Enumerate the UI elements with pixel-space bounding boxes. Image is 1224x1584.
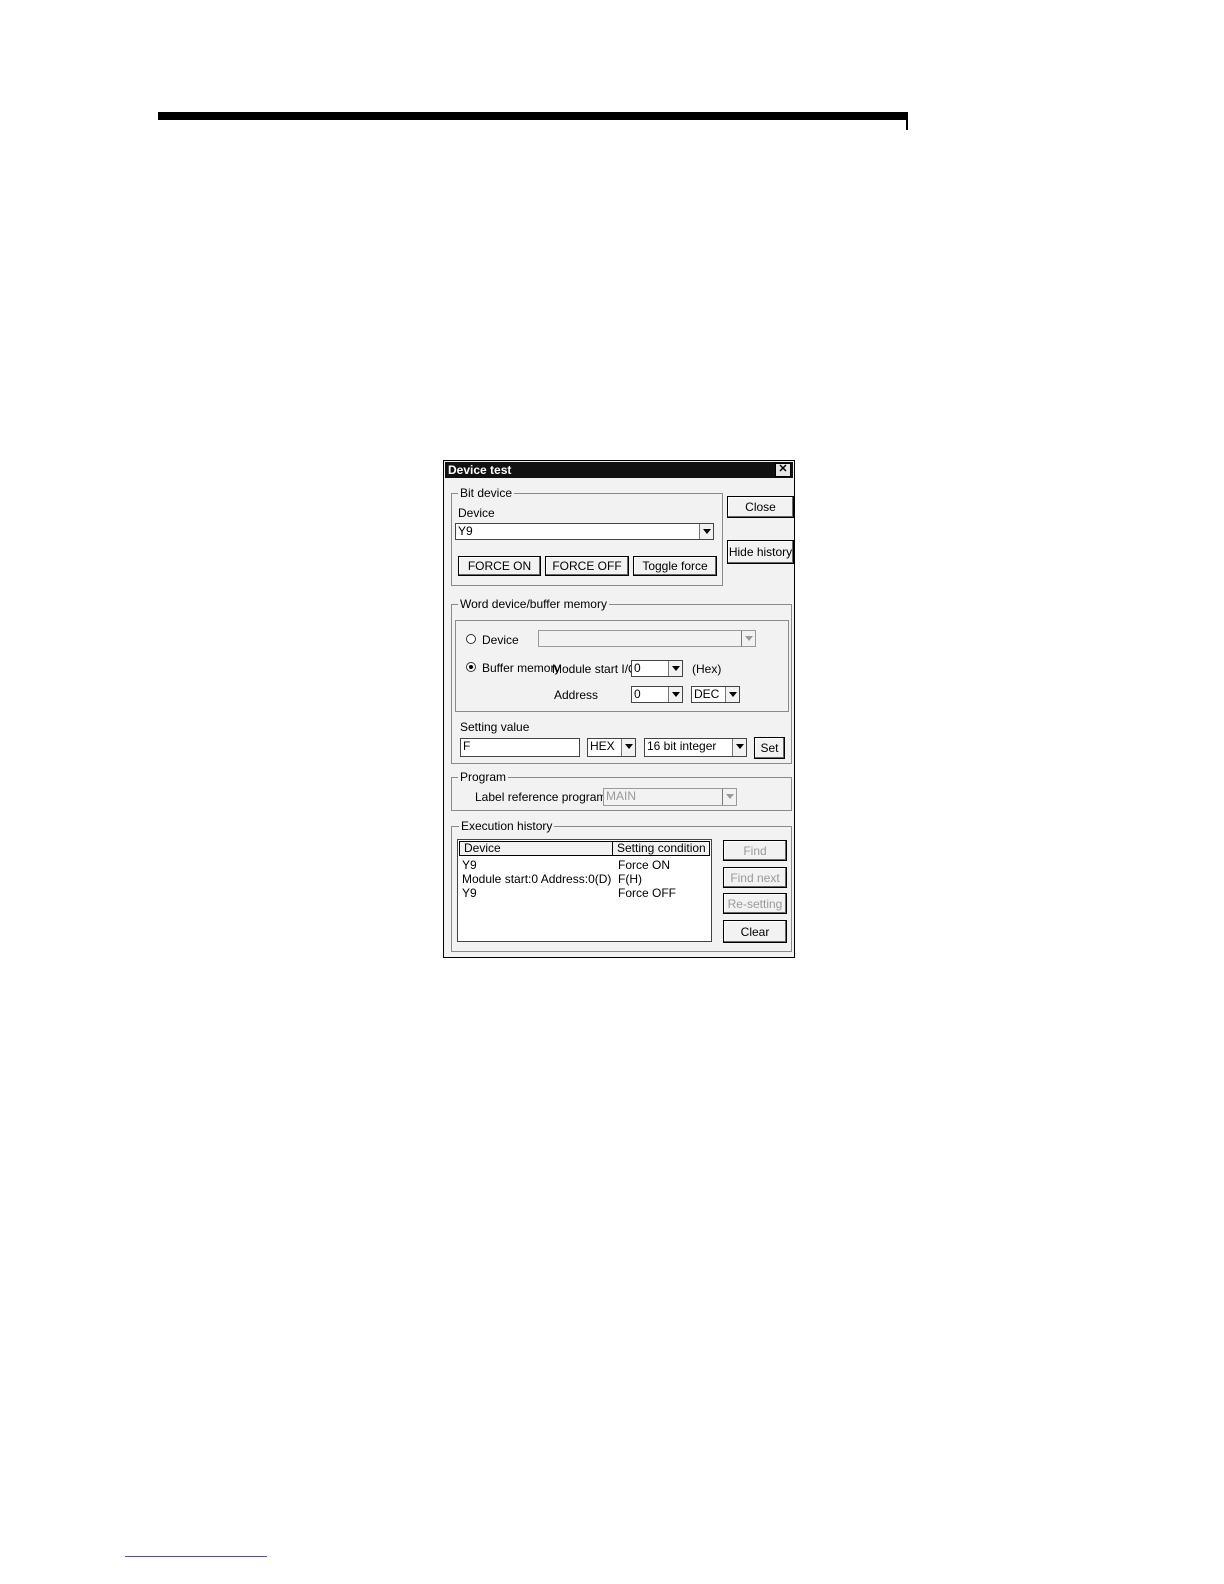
force-on-button[interactable]: FORCE ON [458,556,541,576]
device-radio-label: Device [482,633,519,647]
history-list[interactable]: Device Setting condition Y9 Force ON Mod… [457,839,712,942]
value-format-value: HEX [590,739,615,753]
program-group-title: Program [458,770,509,784]
word-device-combo[interactable] [538,630,756,647]
value-type-combo[interactable]: 16 bit integer [644,738,747,757]
module-start-combo[interactable]: 0 [631,660,683,677]
chevron-down-icon[interactable] [732,739,746,756]
chevron-down-icon[interactable] [722,789,736,805]
history-row-2-device[interactable]: Module start:0 Address:0(D) [462,872,611,886]
chevron-down-icon[interactable] [699,524,713,539]
find-button[interactable]: Find [723,840,787,861]
value-format-combo[interactable]: HEX [587,738,636,757]
chevron-down-icon[interactable] [725,687,739,702]
history-row-3-device[interactable]: Y9 [462,886,477,900]
address-format-combo[interactable]: DEC [691,686,740,703]
word-device-group-title: Word device/buffer memory [458,597,609,611]
bit-device-value: Y9 [458,524,473,538]
title-bar: Device test ✕ [445,462,793,478]
chevron-down-icon[interactable] [668,687,682,702]
word-device-inner-box: Device Buffer memory Module start I/O 0 … [455,620,789,712]
module-start-value: 0 [634,661,641,675]
execution-history-group-title: Execution history [459,819,555,833]
force-off-button[interactable]: FORCE OFF [545,556,629,576]
resetting-button[interactable]: Re-setting [723,893,787,914]
bit-device-group: Bit device Device Y9 FORCE ON FORCE OFF … [451,486,723,586]
history-row-1-device[interactable]: Y9 [462,858,477,872]
address-label: Address [554,688,599,702]
column-header-setting-condition[interactable]: Setting condition [612,841,710,856]
history-row-2-condition[interactable]: F(H) [618,872,642,886]
hex-label: (Hex) [692,662,722,676]
label-reference-value: MAIN [606,789,636,803]
setting-value-label: Setting value [460,720,530,734]
dialog-title: Device test [448,463,512,477]
top-rule [158,112,908,120]
buffer-memory-label: Buffer memory [482,661,561,675]
bit-device-label: Device [458,506,495,520]
toggle-force-button[interactable]: Toggle force [633,556,717,576]
address-value: 0 [634,687,641,701]
chevron-down-icon[interactable] [668,661,682,676]
chevron-down-icon[interactable] [621,739,635,756]
device-radio[interactable] [466,634,476,644]
close-icon[interactable]: ✕ [775,463,791,477]
setting-value-input[interactable]: F [460,738,580,757]
history-row-1-condition[interactable]: Force ON [618,858,670,872]
buffer-memory-radio[interactable] [466,662,476,672]
chevron-down-icon[interactable] [741,631,755,646]
module-start-label: Module start I/O [552,662,638,676]
clear-button[interactable]: Clear [723,920,787,943]
value-type-value: 16 bit integer [647,739,717,753]
hide-history-button[interactable]: Hide history [727,540,794,564]
close-button[interactable]: Close [727,496,794,518]
device-test-dialog: Device test ✕ Bit device Device Y9 FORCE… [443,460,795,958]
address-combo[interactable]: 0 [631,686,683,703]
set-button[interactable]: Set [754,737,785,759]
bottom-link-rule [125,1556,267,1557]
bit-device-combo[interactable]: Y9 [455,523,714,540]
find-next-button[interactable]: Find next [723,867,787,888]
program-group: Program Label reference program MAIN [451,770,792,811]
bit-device-group-title: Bit device [458,486,515,500]
label-reference-label: Label reference program [475,790,607,804]
top-rule-tick [906,120,908,130]
address-format-value: DEC [694,687,720,701]
label-reference-combo[interactable]: MAIN [603,788,737,806]
word-device-group: Word device/buffer memory Device Buffer … [451,597,792,764]
setting-value-text: F [463,739,471,753]
history-row-3-condition[interactable]: Force OFF [618,886,676,900]
column-header-device[interactable]: Device [459,841,613,856]
